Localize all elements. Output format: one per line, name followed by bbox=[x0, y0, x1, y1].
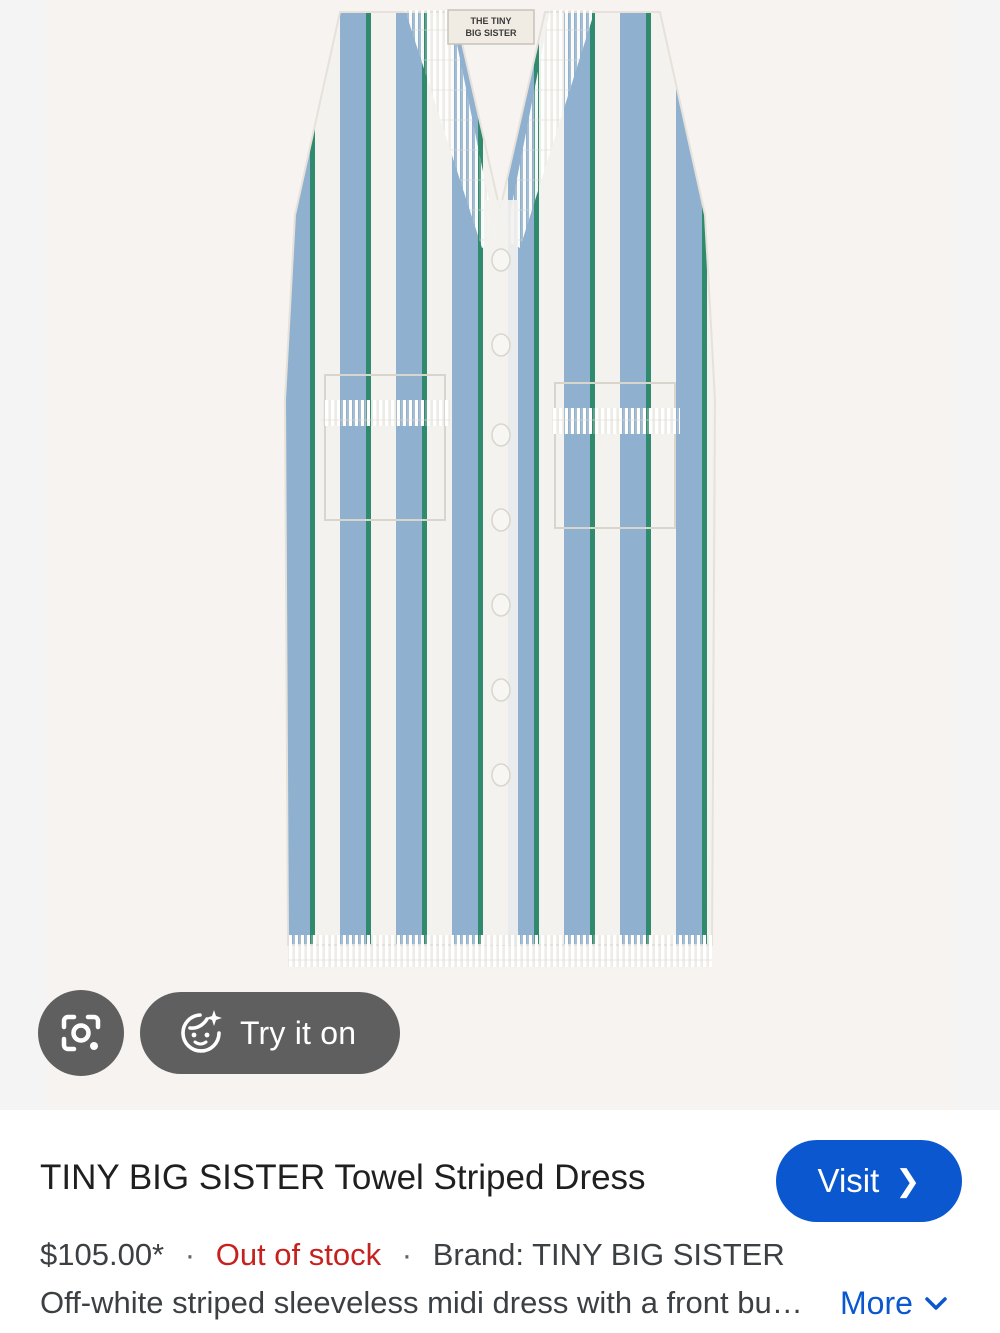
product-description: Off-white striped sleeveless midi dress … bbox=[40, 1285, 810, 1320]
stock-status: Out of stock bbox=[215, 1237, 382, 1272]
chevron-right-icon: ❯ bbox=[895, 1164, 921, 1198]
visit-label: Visit bbox=[817, 1162, 880, 1199]
try-it-on-label: Try it on bbox=[240, 1014, 357, 1051]
button-placket bbox=[484, 200, 518, 945]
product-meta-line: $105.00* · Out of stock · Brand: TINY BI… bbox=[40, 1237, 785, 1273]
product-image-panel[interactable]: THE TINY BIG SISTER Try it on bbox=[0, 0, 1000, 1110]
google-lens-button[interactable] bbox=[38, 990, 124, 1076]
more-button[interactable]: More bbox=[840, 1285, 947, 1322]
chevron-down-icon bbox=[925, 1291, 947, 1317]
separator-dot: · bbox=[401, 1237, 413, 1272]
separator-dot: · bbox=[184, 1237, 196, 1272]
product-title[interactable]: TINY BIG SISTER Towel Striped Dress bbox=[40, 1158, 646, 1198]
visit-button[interactable]: Visit ❯ bbox=[776, 1140, 962, 1222]
price: $105.00* bbox=[40, 1237, 165, 1272]
more-label: More bbox=[840, 1285, 913, 1321]
hem-fringe bbox=[288, 935, 712, 967]
try-on-face-sparkle-icon bbox=[181, 1010, 222, 1053]
brand: Brand: TINY BIG SISTER bbox=[432, 1237, 785, 1272]
try-it-on-button[interactable]: Try it on bbox=[140, 992, 400, 1074]
left-pocket bbox=[324, 374, 446, 521]
brand-label-text-2: BIG SISTER bbox=[465, 28, 517, 38]
google-lens-icon bbox=[61, 1014, 101, 1052]
right-pocket bbox=[554, 382, 676, 529]
product-image: THE TINY BIG SISTER bbox=[283, 9, 717, 967]
brand-label-text-1: THE TINY bbox=[470, 16, 511, 26]
